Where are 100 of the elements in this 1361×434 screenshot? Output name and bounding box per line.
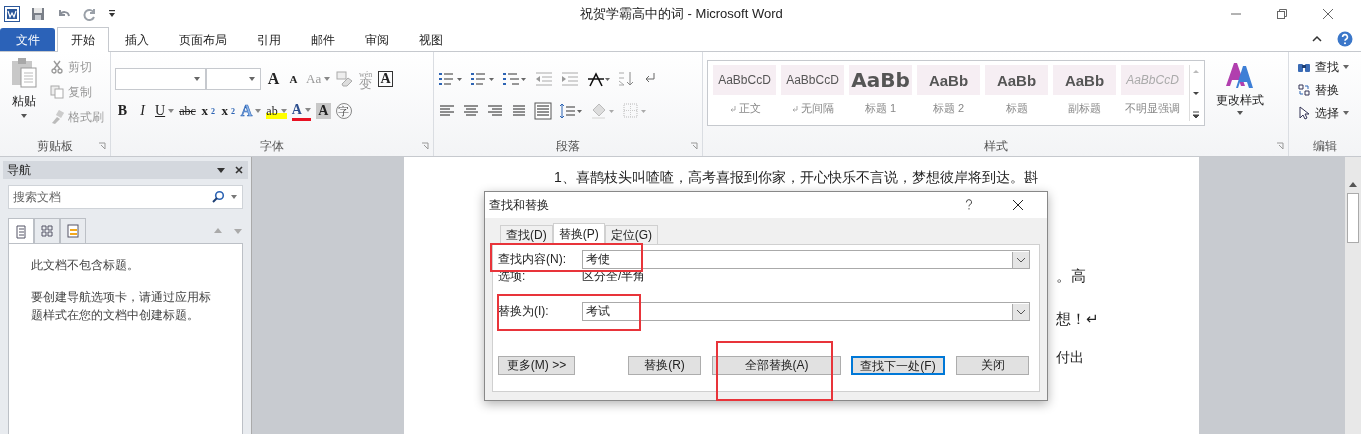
font-tool-button[interactable]: A — [378, 71, 394, 87]
styles-icon — [1224, 60, 1256, 90]
caret-icon[interactable] — [231, 195, 237, 199]
return-arrow-icon — [791, 104, 799, 113]
font-tool-button[interactable]: A — [315, 103, 331, 119]
caret-icon — [194, 77, 200, 81]
dialog-button[interactable]: 查找下一处(F) — [851, 356, 945, 375]
return-arrow-icon — [728, 104, 737, 113]
sort-icon[interactable] — [616, 70, 636, 88]
find-field[interactable]: 考使 — [582, 250, 1030, 269]
dialog-launcher-icon[interactable] — [98, 142, 106, 150]
ribbon-tab[interactable]: 文件 — [0, 28, 55, 51]
ribbon-tab[interactable]: 引用 — [243, 28, 295, 51]
dialog-button[interactable]: 替换(R) — [628, 356, 701, 375]
align-distribute-icon[interactable] — [534, 102, 552, 120]
dialog-title: 查找和替换 — [489, 196, 549, 214]
pane-tab[interactable] — [34, 218, 60, 243]
document-text: 。高 — [1056, 267, 1086, 286]
group-label: 剪贴板 — [37, 137, 73, 155]
caret-icon — [249, 77, 255, 81]
dialog-button[interactable]: 关闭 — [956, 356, 1029, 375]
save-icon[interactable] — [30, 5, 46, 22]
ribbon-tab[interactable]: 视图 — [405, 28, 457, 51]
word-logo-icon[interactable] — [4, 5, 20, 22]
restore-icon[interactable] — [1275, 6, 1289, 21]
pane-tab[interactable] — [8, 218, 34, 244]
font-tool-button[interactable]: A — [286, 73, 301, 85]
dropdown-icon[interactable] — [216, 165, 226, 175]
dropdown-icon[interactable] — [1012, 303, 1029, 320]
dialog-launcher-icon[interactable] — [690, 142, 698, 150]
dialog-button[interactable]: 更多(M) >> — [498, 356, 575, 375]
pane-title: 导航 — [7, 161, 31, 179]
caret-icon — [280, 109, 287, 113]
copy-icon — [50, 85, 64, 99]
multilevel-list-icon[interactable] — [502, 70, 528, 88]
document-icon — [14, 224, 28, 239]
eraser-icon[interactable] — [335, 70, 354, 88]
replace-field[interactable]: 考试 — [582, 302, 1030, 321]
editing-tool-button[interactable]: 替换 — [1297, 80, 1357, 100]
increase-indent-icon[interactable] — [560, 70, 580, 88]
font-tool-button[interactable]: A — [266, 70, 281, 88]
document-text: 1、喜鹊枝头叫喳喳，高考喜报到你家，开心快乐不言说，梦想彼岸将到达。斟 — [553, 169, 1039, 187]
paste-button[interactable]: 粘贴 — [4, 57, 44, 136]
change-styles-button[interactable]: 更改样式 — [1211, 60, 1269, 136]
scissors-icon — [50, 60, 64, 74]
ribbon-tab[interactable]: 开始 — [57, 27, 109, 52]
info-text: 要创建导航选项卡，请通过应用标题样式在您的文档中创建标题。 — [31, 289, 212, 324]
group-label: 编辑 — [1313, 137, 1337, 155]
info-text: 此文档不包含标题。 — [31, 257, 140, 274]
clipboard-icon — [10, 57, 38, 89]
scroll-bar[interactable] — [1345, 157, 1361, 434]
caret-icon — [324, 77, 331, 81]
help-icon[interactable] — [963, 199, 975, 211]
line-spacing-icon[interactable] — [558, 102, 584, 120]
font-tool-button[interactable]: A — [291, 101, 311, 121]
ribbon-tab[interactable]: 插入 — [111, 28, 163, 51]
ribbon-tab[interactable]: 审阅 — [351, 28, 403, 51]
document-text: 付出 — [1056, 349, 1084, 367]
dialog-launcher-icon[interactable] — [421, 142, 429, 150]
search-field[interactable]: 搜索文档 — [8, 185, 243, 209]
pane-tab[interactable] — [60, 218, 86, 243]
search-icon[interactable] — [211, 190, 225, 204]
field-label: 查找内容(N): — [498, 251, 567, 268]
close-icon[interactable] — [1011, 198, 1025, 212]
font-tool-button[interactable]: abc — [179, 103, 196, 119]
close-icon[interactable] — [234, 165, 244, 175]
group-label: 字体 — [260, 137, 284, 155]
cursor-icon — [1297, 106, 1311, 120]
customize-toolbar-icon[interactable] — [108, 8, 116, 19]
document-text: 想！↵ — [1056, 310, 1099, 329]
dialog-tab[interactable]: 查找(D) — [500, 225, 553, 244]
group-label: 段落 — [556, 137, 580, 155]
font-tool-button[interactable]: U — [155, 103, 175, 119]
font-size-field[interactable] — [206, 68, 261, 90]
paint-bucket-icon[interactable] — [590, 102, 616, 120]
decrease-indent-icon[interactable] — [534, 70, 554, 88]
caret-icon — [255, 109, 262, 113]
results-list-icon — [66, 224, 80, 238]
caret-icon — [304, 107, 311, 112]
brush-icon — [50, 110, 64, 124]
grid-icon — [40, 224, 54, 238]
dropdown-icon[interactable] — [1012, 251, 1029, 268]
dialog-launcher-icon[interactable] — [1276, 142, 1284, 150]
editing-tool-button[interactable]: 选择 — [1297, 103, 1357, 123]
ribbon-tab[interactable]: 邮件 — [297, 28, 349, 51]
caret-icon — [21, 114, 27, 118]
ribbon-tab[interactable]: 页面布局 — [165, 28, 241, 51]
bullet-list-icon[interactable] — [438, 70, 464, 88]
editing-tool-button[interactable]: 查找 — [1297, 57, 1357, 77]
caret-icon — [1237, 111, 1243, 115]
asian-layout-icon[interactable] — [586, 70, 610, 88]
help-icon[interactable] — [1337, 31, 1353, 47]
field-label: 替换为(I): — [498, 303, 550, 320]
caret-icon — [168, 109, 175, 113]
replace-icon — [1297, 83, 1311, 97]
font-tool-button[interactable]: I — [135, 103, 150, 119]
numbered-list-icon[interactable] — [470, 70, 496, 88]
font-tool-button[interactable]: B — [115, 103, 130, 119]
font-name-field[interactable] — [115, 68, 206, 90]
dialog-button[interactable]: 全部替换(A) — [712, 356, 841, 375]
